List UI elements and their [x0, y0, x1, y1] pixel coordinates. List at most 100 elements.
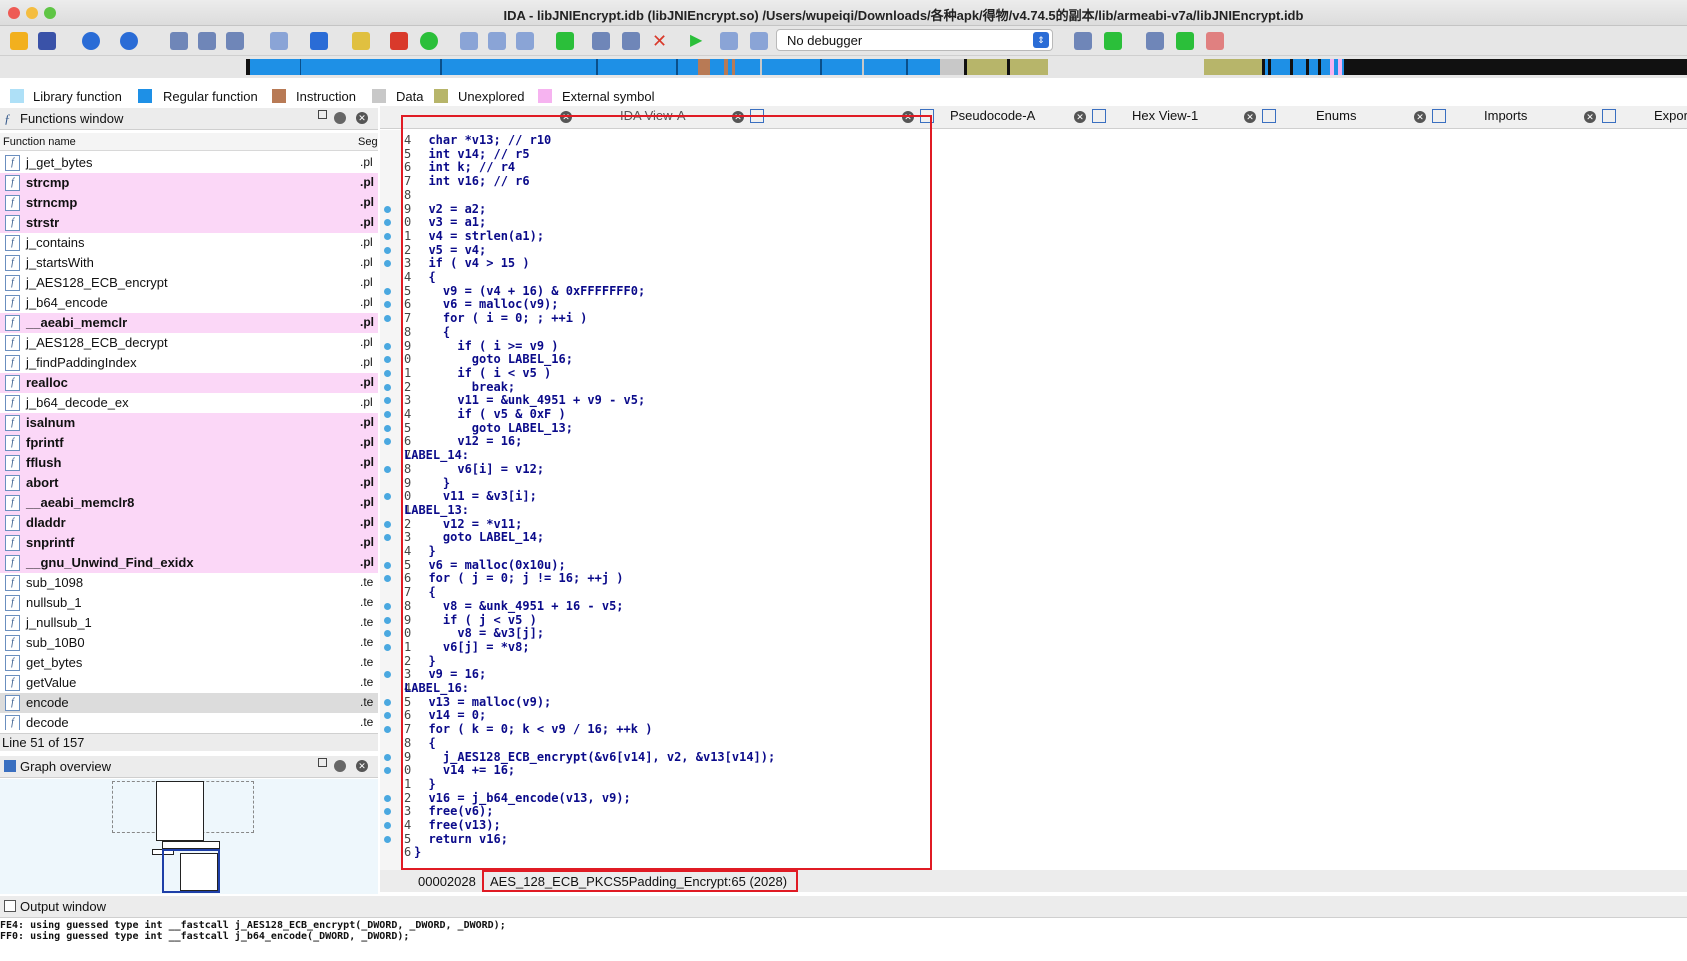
output-log[interactable]: FE4: using guessed type int __fastcall j… [0, 920, 1687, 961]
remove-watch-icon[interactable] [1206, 32, 1224, 50]
float-panel-icon[interactable] [334, 112, 346, 124]
function-row[interactable]: f j_findPaddingIndex .pl [0, 353, 378, 373]
function-row[interactable]: f decode .te [0, 713, 378, 730]
save-icon[interactable] [38, 32, 56, 50]
jump-icon[interactable] [270, 32, 288, 50]
close-tab-icon[interactable]: ✕ [902, 111, 914, 123]
exports-icon [1602, 109, 1616, 123]
function-row[interactable]: f __aeabi_memclr8 .pl [0, 493, 378, 513]
open-file-icon[interactable] [10, 32, 28, 50]
patch-icon[interactable] [622, 32, 640, 50]
function-row[interactable]: f j_b64_encode .pl [0, 293, 378, 313]
function-row[interactable]: f strstr .pl [0, 213, 378, 233]
function-name: fflush [26, 455, 62, 470]
column-segment[interactable]: Seg [358, 136, 378, 148]
tab-hex-view-1[interactable]: Hex View-1 [1132, 108, 1198, 128]
close-tab-icon[interactable]: ✕ [732, 111, 744, 123]
function-row[interactable]: f abort .pl [0, 473, 378, 493]
detach-icon[interactable] [1146, 32, 1164, 50]
text-search-icon[interactable] [226, 32, 244, 50]
function-row[interactable]: f j_AES128_ECB_decrypt .pl [0, 333, 378, 353]
navigation-band[interactable] [0, 56, 1687, 78]
function-row[interactable]: f j_b64_decode_ex .pl [0, 393, 378, 413]
function-row[interactable]: f j_AES128_ECB_encrypt .pl [0, 273, 378, 293]
stop-icon[interactable] [750, 32, 768, 50]
legend-swatch-library [10, 89, 24, 103]
function-row[interactable]: f nullsub_1 .te [0, 593, 378, 613]
function-segment: .te [360, 595, 374, 609]
restore-panel-icon[interactable] [318, 758, 327, 767]
pause-icon[interactable] [720, 32, 738, 50]
tab-pseudocode-a[interactable]: Pseudocode-A [950, 108, 1035, 128]
function-row[interactable]: f strncmp .pl [0, 193, 378, 213]
function-row[interactable]: f get_bytes .te [0, 653, 378, 673]
tab-exports[interactable]: Expor [1654, 108, 1687, 128]
functions-list[interactable]: f j_get_bytes .pl f strcmp .pl f strncmp .pl f str… [0, 153, 378, 730]
function-name: decode [26, 715, 69, 730]
tab-ida-view-a[interactable]: IDA View-A [620, 108, 686, 128]
function-row[interactable]: f __gnu_Unwind_Find_exidx .pl [0, 553, 378, 573]
function-row[interactable]: f isalnum .pl [0, 413, 378, 433]
function-name: getValue [26, 675, 77, 690]
function-row[interactable]: f sub_10B0 .te [0, 633, 378, 653]
graph-overview-canvas[interactable] [0, 779, 378, 894]
tab-enums[interactable]: Enums [1316, 108, 1356, 128]
delete-icon[interactable]: ✕ [652, 32, 670, 50]
attach-icon[interactable] [1104, 32, 1122, 50]
tab-imports[interactable]: Imports [1484, 108, 1527, 128]
function-row[interactable]: f strcmp .pl [0, 173, 378, 193]
restore-panel-icon[interactable] [318, 110, 327, 119]
function-row[interactable]: f sub_1098 .te [0, 573, 378, 593]
function-segment: .te [360, 615, 374, 629]
close-tab-icon[interactable]: ✕ [1414, 111, 1426, 123]
forward-arrow-icon[interactable] [120, 32, 138, 50]
function-icon: f [5, 435, 20, 451]
function-row[interactable]: f getValue .te [0, 673, 378, 693]
function-row[interactable]: f j_get_bytes .pl [0, 153, 378, 173]
window-title: IDA - libJNIEncrypt.idb (libJNIEncrypt.s… [503, 8, 1304, 23]
function-icon: f [5, 595, 20, 611]
xref-icon[interactable] [592, 32, 610, 50]
close-tab-icon[interactable]: ✕ [1584, 111, 1596, 123]
graph-icon[interactable] [390, 32, 408, 50]
add-watch-icon[interactable] [1176, 32, 1194, 50]
function-row[interactable]: f fflush .pl [0, 453, 378, 473]
close-tab-icon[interactable]: ✕ [1074, 111, 1086, 123]
function-row[interactable]: f j_startsWith .pl [0, 253, 378, 273]
function-row[interactable]: f realloc .pl [0, 373, 378, 393]
back-arrow-icon[interactable] [82, 32, 100, 50]
close-tab-icon[interactable]: ✕ [1244, 111, 1256, 123]
function-segment: .te [360, 715, 374, 729]
segment-icon[interactable] [488, 32, 506, 50]
graph-node [162, 841, 220, 849]
run-script-icon[interactable] [420, 32, 438, 50]
function-row[interactable]: f encode .te [0, 693, 378, 713]
function-row[interactable]: f fprintf .pl [0, 433, 378, 453]
close-tab-icon[interactable]: ✕ [560, 111, 572, 123]
function-icon: f [5, 635, 20, 651]
pseudocode-view[interactable] [380, 130, 1687, 870]
close-panel-icon[interactable]: ✕ [356, 760, 368, 772]
binary-icon[interactable] [170, 32, 188, 50]
function-name: __aeabi_memclr8 [26, 495, 135, 510]
up-arrow-icon[interactable] [310, 32, 328, 50]
structure-icon[interactable] [516, 32, 534, 50]
float-panel-icon[interactable] [334, 760, 346, 772]
add-segment-icon[interactable] [460, 32, 478, 50]
debugger-select[interactable]: No debugger ⇕ [776, 29, 1053, 51]
output-window-header: Output window [0, 896, 1687, 918]
function-row[interactable]: f j_contains .pl [0, 233, 378, 253]
function-row[interactable]: f dladdr .pl [0, 513, 378, 533]
function-row[interactable]: f __aeabi_memclr .pl [0, 313, 378, 333]
pencil-icon[interactable] [352, 32, 370, 50]
add-breakpoint-icon[interactable] [556, 32, 574, 50]
column-function-name[interactable]: Function name [3, 136, 76, 148]
function-row[interactable]: f snprintf .pl [0, 533, 378, 553]
debugger-options-icon[interactable] [1074, 32, 1092, 50]
play-icon[interactable]: ▶ [690, 32, 708, 50]
function-segment: .pl [360, 515, 374, 529]
hex-icon[interactable] [198, 32, 216, 50]
functions-window-title: Functions window [20, 111, 124, 126]
function-row[interactable]: f j_nullsub_1 .te [0, 613, 378, 633]
close-panel-icon[interactable]: ✕ [356, 112, 368, 124]
